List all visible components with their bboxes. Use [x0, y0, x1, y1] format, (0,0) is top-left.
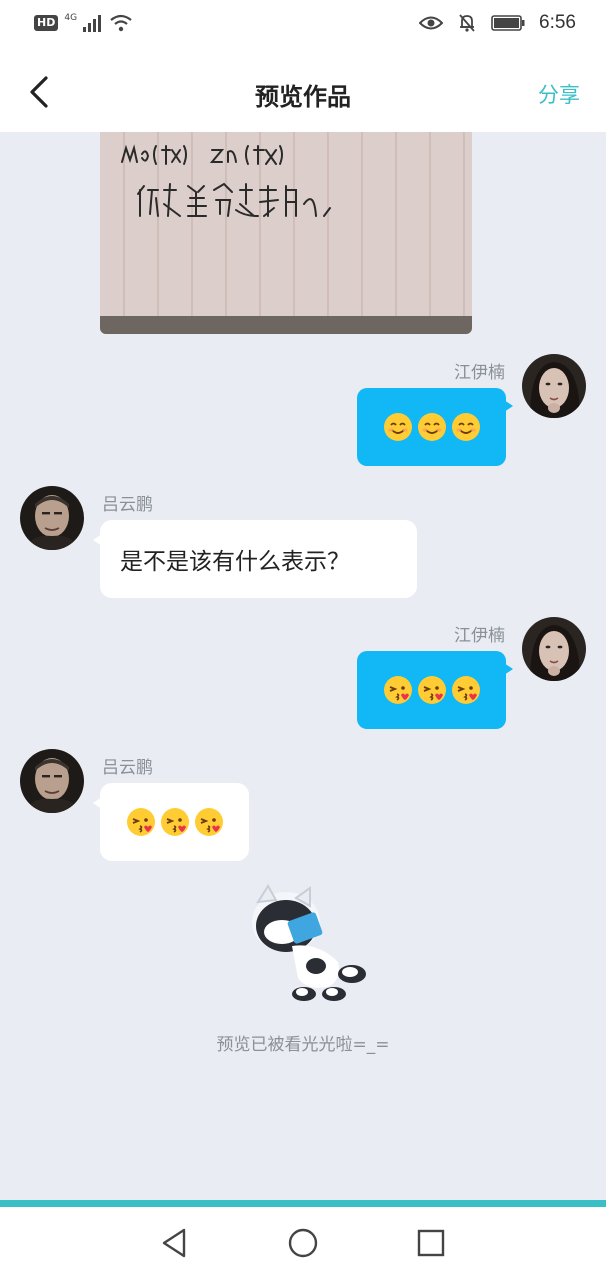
emoji-row	[126, 807, 224, 837]
header-bar: 预览作品 分享	[0, 52, 606, 132]
preview-end-note: 预览已被看光光啦=_=	[216, 1035, 390, 1055]
kissing-face-emoji	[126, 808, 155, 836]
clock: 6:56	[539, 12, 576, 33]
back-triangle-icon	[162, 1228, 186, 1258]
emoji-row	[383, 412, 481, 442]
notebook-photo[interactable]	[100, 132, 472, 334]
kissing-face-emoji	[160, 808, 189, 836]
battery-icon	[491, 15, 525, 31]
sender-name: 吕云鹏	[102, 758, 153, 778]
status-left: HD 4G	[34, 13, 133, 32]
kissing-face-emoji	[417, 676, 446, 704]
status-bar: HD 4G 6:56	[0, 0, 606, 52]
chat-area[interactable]: 江伊楠 吕云鹏 是不是该有什么表示？ 江伊楠 吕云鹏 预览已被看光光啦=_=	[0, 132, 606, 1200]
kissing-face-emoji	[194, 808, 223, 836]
avatar-image	[522, 354, 586, 418]
sender-name: 江伊楠	[454, 363, 505, 383]
signal-icon	[83, 15, 102, 32]
kissing-face-emoji	[451, 676, 480, 704]
home-circle-icon	[288, 1228, 318, 1258]
notebook-photo-image	[100, 132, 472, 334]
message-text: 是不是该有什么表示？	[120, 549, 350, 575]
avatar[interactable]	[20, 749, 84, 813]
avatar-image	[20, 749, 84, 813]
emoji-row	[383, 675, 481, 705]
nav-back-button[interactable]	[156, 1225, 192, 1261]
message-bubble[interactable]	[357, 388, 513, 466]
message-bubble[interactable]	[357, 651, 513, 729]
bell-off-icon	[459, 14, 475, 32]
smiling-face-emoji	[451, 413, 480, 441]
nav-home-button[interactable]	[285, 1225, 321, 1261]
avatar[interactable]	[522, 617, 586, 681]
page-title: 预览作品	[255, 83, 351, 111]
network-type: 4G	[64, 13, 78, 23]
avatar-image	[522, 617, 586, 681]
message-bubble[interactable]	[93, 783, 249, 861]
avatar-image	[20, 486, 84, 550]
system-nav-bar	[0, 1207, 606, 1280]
avatar[interactable]	[20, 486, 84, 550]
sender-name: 江伊楠	[454, 626, 505, 646]
smiling-face-emoji	[383, 413, 412, 441]
kissing-face-emoji	[383, 676, 412, 704]
smiling-face-emoji	[417, 413, 446, 441]
reading-cat-mascot-icon	[252, 884, 366, 1001]
status-right: 6:56	[419, 12, 576, 34]
share-button[interactable]: 分享	[538, 79, 580, 109]
bottom-accent-line	[0, 1200, 606, 1207]
message-bubble[interactable]: 是不是该有什么表示？	[93, 520, 417, 598]
eye-icon	[419, 16, 444, 30]
nav-recents-button[interactable]	[413, 1225, 449, 1261]
avatar[interactable]	[522, 354, 586, 418]
recents-square-icon	[417, 1229, 445, 1257]
wifi-icon	[110, 14, 132, 32]
hd-icon: HD	[34, 15, 59, 31]
sender-name: 吕云鹏	[102, 495, 153, 515]
